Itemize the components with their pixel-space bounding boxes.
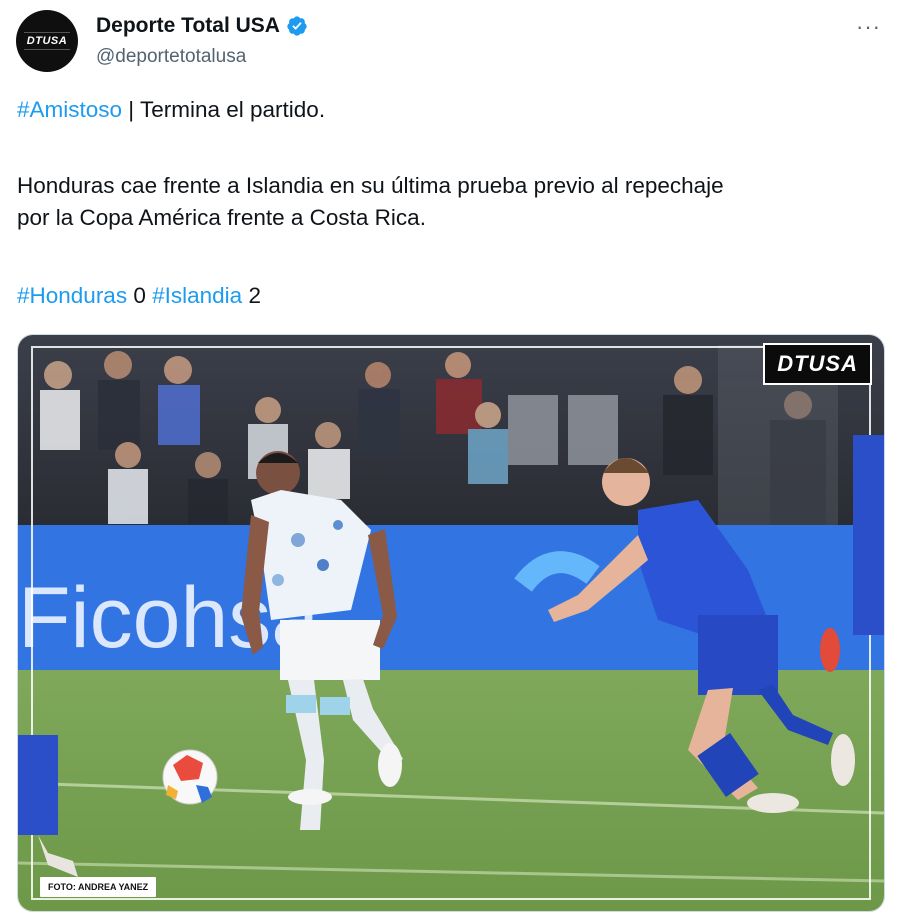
avatar-logo: DTUSA	[23, 32, 71, 50]
pitch	[18, 670, 884, 911]
display-name[interactable]: Deporte Total USA	[96, 14, 280, 38]
photo-illustration: Ficohsa	[18, 335, 884, 911]
hashtag-islandia[interactable]: #Islandia	[152, 283, 242, 308]
tweet-line-2: Honduras cae frente a Islandia en su últ…	[17, 170, 877, 234]
tweet-header: DTUSA Deporte Total USA @deportetotalusa…	[16, 10, 885, 74]
hashtag-honduras[interactable]: #Honduras	[17, 283, 127, 308]
handle[interactable]: @deportetotalusa	[96, 46, 246, 68]
photo-credit: FOTO: ANDREA YANEZ	[40, 877, 157, 897]
verified-badge-icon	[287, 16, 307, 36]
tweet-line-1: #Amistoso | Termina el partido.	[17, 94, 877, 126]
avatar[interactable]: DTUSA	[16, 10, 78, 72]
score-honduras: 0	[127, 283, 153, 308]
tweet-photo[interactable]: Ficohsa DTUSA FOTO: ANDREA YANEZ	[17, 334, 885, 912]
more-options-icon[interactable]: ···	[856, 14, 881, 40]
ball	[162, 749, 218, 805]
line2a-text: Honduras cae frente a Islandia en su últ…	[17, 173, 724, 198]
hashtag-amistoso[interactable]: #Amistoso	[17, 97, 122, 122]
name-row: Deporte Total USA	[96, 14, 308, 38]
tweet-line-3: #Honduras 0 #Islandia 2	[17, 280, 877, 312]
dtusa-watermark: DTUSA	[763, 343, 872, 385]
line2b-text: por la Copa América frente a Costa Rica.	[17, 205, 426, 230]
line1-text: | Termina el partido.	[122, 97, 326, 122]
score-islandia: 2	[242, 283, 261, 308]
